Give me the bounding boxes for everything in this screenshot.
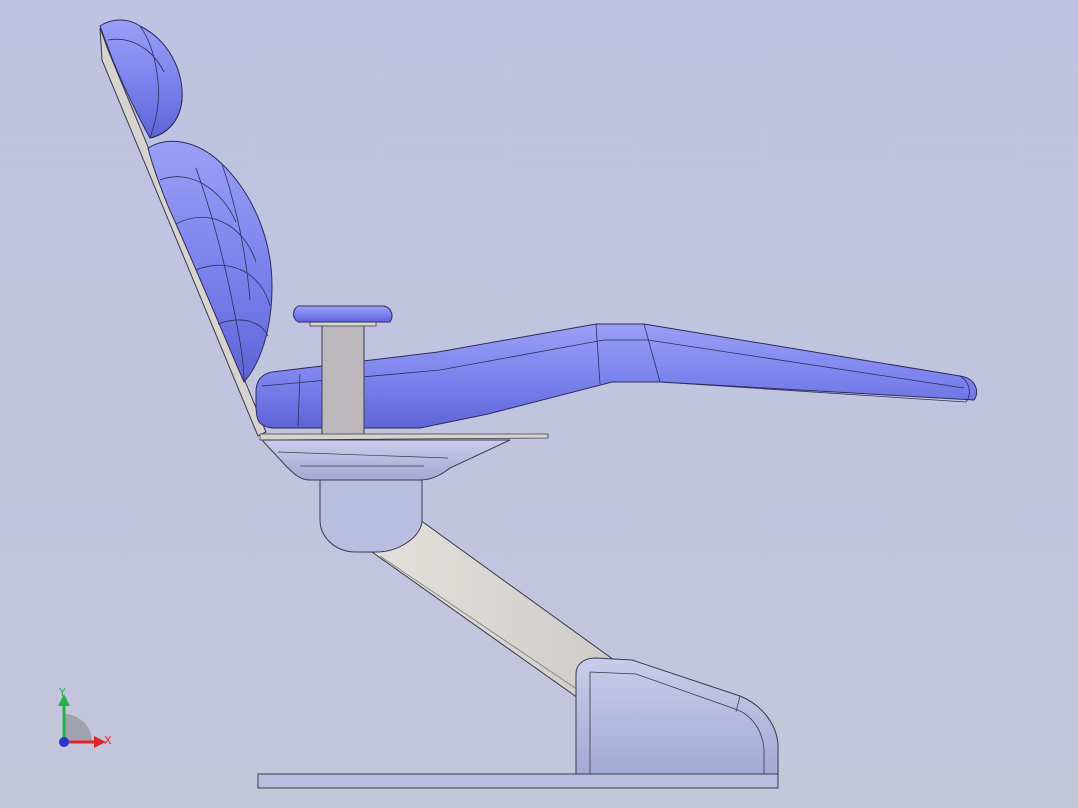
dental-chair-model[interactable] [0,0,1078,808]
x-axis-label: X [104,734,112,747]
axis-triad: Y X [58,686,112,748]
z-axis-dot [59,737,69,747]
backrest[interactable] [147,140,273,383]
seat-frame[interactable] [259,433,549,481]
base-housing[interactable] [575,657,779,775]
y-axis-label: Y [58,686,66,699]
floor-plate[interactable] [257,773,779,789]
pivot-housing[interactable] [319,479,423,553]
graphics-viewport[interactable]: Y X [0,0,1078,808]
